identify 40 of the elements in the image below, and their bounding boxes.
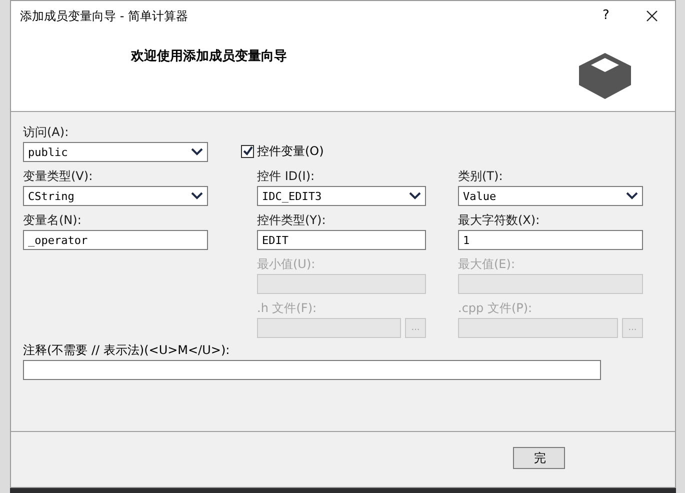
field-label: .cpp 文件(P): [458,300,534,317]
field-label: 最大字符数(X): [458,212,541,229]
chevron-down-icon [191,192,203,200]
input-field[interactable]: _operator [23,230,208,250]
dropdown-value: IDC_EDIT3 [262,190,323,202]
field-label: .h 文件(F): [257,300,318,317]
checkbox-label: 控件变量(O) [257,143,324,160]
field-label: 控件 ID(I): [257,168,316,185]
field-label: 变量类型(V): [23,168,94,185]
chevron-down-icon [191,148,203,156]
dropdown-value: Value [463,190,498,202]
field-label: 类别(T): [458,168,504,185]
dropdown[interactable]: CString [23,186,208,206]
checkbox[interactable] [241,144,254,158]
field-label: 最大值(E): [458,256,516,273]
input-field[interactable] [23,360,601,380]
chevron-down-icon [409,192,421,200]
dropdown-value: CString [28,190,76,202]
dropdown[interactable]: public [23,142,208,162]
wizard-heading: 欢迎使用添加成员变量向导 [131,48,287,66]
field-label: 变量名(N): [23,212,82,229]
finish-button[interactable]: 完 [513,447,565,469]
input-value: _operator [28,234,88,246]
field-label: 注释(不需要 // 表示法)(<U>M</U>): [23,342,231,359]
input-field[interactable]: EDIT [257,230,426,250]
help-button[interactable]: ? [583,1,629,31]
field-label: 最小值(U): [257,256,316,273]
dropdown[interactable]: Value [458,186,643,206]
dropdown[interactable]: IDC_EDIT3 [257,186,426,206]
input-value: EDIT [262,234,288,246]
checkmark-icon [242,146,252,156]
close-icon [646,10,658,22]
input-value: 1 [463,234,470,246]
field-label: 控件类型(Y): [257,212,327,229]
chevron-down-icon [626,192,638,200]
dropdown-value: public [28,146,69,158]
box-icon [579,53,631,99]
window-title: 添加成员变量向导 - 简单计算器 [20,8,189,25]
input-field[interactable]: 1 [458,230,643,250]
field-label: 访问(A): [23,124,70,141]
